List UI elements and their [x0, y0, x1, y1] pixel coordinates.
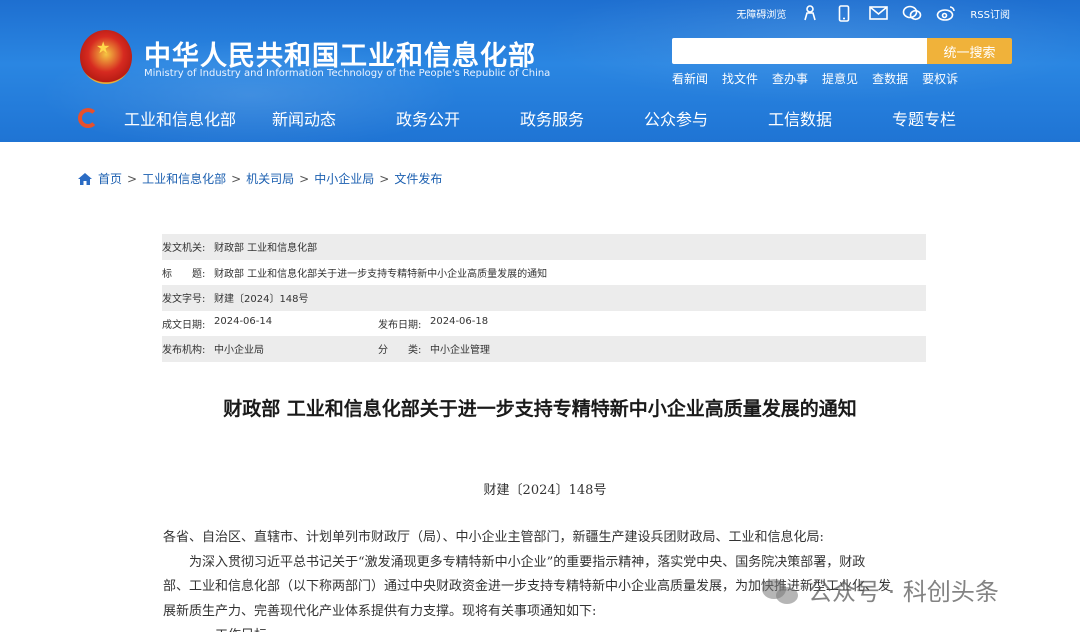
watermark-text: 公众号 · 科创头条: [808, 578, 999, 606]
weibo-icon[interactable]: [936, 4, 956, 22]
quick-link-data[interactable]: 查数据: [872, 70, 908, 87]
breadcrumb-home[interactable]: 首页: [98, 170, 122, 187]
body-line: 各省、自治区、直辖市、计划单列市财政厅（局）、中小企业主管部门，新疆生产建设兵团…: [163, 530, 824, 545]
home-icon: [78, 172, 92, 185]
breadcrumb-departments[interactable]: 机关司局: [246, 170, 294, 187]
info-value-org: 中小企业局: [214, 345, 264, 357]
nav-item-services[interactable]: 政务服务: [490, 106, 614, 130]
site-header: 无障碍浏览 RSS订阅 ★ 中华人民共和国工业和信息化部 Ministry of…: [0, 0, 1080, 142]
breadcrumb-sme-bureau[interactable]: 中小企业局: [314, 170, 374, 187]
info-label: 发文机关:: [162, 243, 206, 255]
national-emblem-icon: ★: [80, 30, 132, 84]
nav-item-topics[interactable]: 专题专栏: [862, 106, 986, 130]
quick-links: 看新闻 找文件 查办事 提意见 查数据 要权诉: [672, 70, 958, 87]
info-value-doc-number: 财建〔2024〕148号: [214, 294, 309, 306]
document-info-table: 发文机关: 财政部 工业和信息化部 标 题: 财政部 工业和信息化部关于进一步支…: [162, 234, 926, 362]
info-value-published-date: 2024-06-18: [430, 315, 489, 327]
quick-link-news[interactable]: 看新闻: [672, 70, 708, 87]
info-label: 发布日期:: [378, 319, 422, 331]
breadcrumb: 首页 > 工业和信息化部 > 机关司局 > 中小企业局 > 文件发布: [78, 170, 442, 187]
nav-item-data[interactable]: 工信数据: [738, 106, 862, 130]
watermark: 公众号 · 科创头条: [762, 572, 999, 607]
document-number: 财建〔2024〕148号: [483, 483, 607, 498]
accessibility-link[interactable]: 无障碍浏览: [736, 6, 786, 21]
info-row-org: 发布机构: 中小企业局 分 类: 中小企业管理: [162, 336, 926, 362]
info-row-title: 标 题: 财政部 工业和信息化部关于进一步支持专精特新中小企业高质量发展的通知: [162, 260, 926, 286]
breadcrumb-separator: >: [127, 171, 138, 186]
quick-link-feedback[interactable]: 提意见: [822, 70, 858, 87]
body-line: 一、工作目标: [163, 624, 933, 632]
quick-link-services[interactable]: 查办事: [772, 70, 808, 87]
info-label: 成文日期:: [162, 319, 206, 331]
search-button[interactable]: 统一搜索: [927, 38, 1012, 64]
breadcrumb-documents[interactable]: 文件发布: [394, 170, 442, 187]
info-label: 标 题:: [162, 268, 206, 280]
breadcrumb-ministry[interactable]: 工业和信息化部: [142, 170, 226, 187]
breadcrumb-separator: >: [299, 171, 310, 186]
breadcrumb-separator: >: [231, 171, 242, 186]
main-nav: 工业和信息化部 新闻动态 政务公开 政务服务 公众参与 工信数据 专题专栏: [0, 96, 1080, 138]
info-row-issuer: 发文机关: 财政部 工业和信息化部: [162, 234, 926, 260]
quick-link-complaint[interactable]: 要权诉: [922, 70, 958, 87]
quick-link-files[interactable]: 找文件: [722, 70, 758, 87]
nav-item-participation[interactable]: 公众参与: [614, 106, 738, 130]
info-value-issuer: 财政部 工业和信息化部: [214, 243, 318, 255]
nav-item-ministry[interactable]: 工业和信息化部: [118, 106, 242, 130]
info-label: 分 类:: [378, 345, 422, 357]
mobile-icon[interactable]: [834, 4, 854, 22]
info-row-dates: 成文日期: 2024-06-14 发布日期: 2024-06-18: [162, 311, 926, 337]
nav-item-news[interactable]: 新闻动态: [242, 106, 366, 130]
rss-link[interactable]: RSS订阅: [970, 6, 1010, 21]
search-input[interactable]: [672, 38, 928, 64]
wechat-watermark-icon: [762, 575, 800, 605]
top-links: 无障碍浏览 RSS订阅: [736, 4, 1010, 22]
document-title: 财政部 工业和信息化部关于进一步支持专精特新中小企业高质量发展的通知: [223, 398, 857, 420]
info-label: 发文字号:: [162, 294, 206, 306]
wechat-icon[interactable]: [902, 4, 922, 22]
info-label: 发布机构:: [162, 345, 206, 357]
info-value-created-date: 2024-06-14: [214, 315, 273, 327]
ministry-logo-icon[interactable]: [78, 108, 98, 128]
mail-icon[interactable]: [868, 4, 888, 22]
info-value-title: 财政部 工业和信息化部关于进一步支持专精特新中小企业高质量发展的通知: [214, 268, 548, 280]
info-value-category: 中小企业管理: [430, 345, 490, 357]
info-row-doc-number: 发文字号: 财建〔2024〕148号: [162, 285, 926, 311]
person-icon[interactable]: [800, 4, 820, 22]
breadcrumb-separator: >: [379, 171, 390, 186]
site-subtitle: Ministry of Industry and Information Tec…: [144, 68, 551, 79]
nav-item-disclosure[interactable]: 政务公开: [366, 106, 490, 130]
